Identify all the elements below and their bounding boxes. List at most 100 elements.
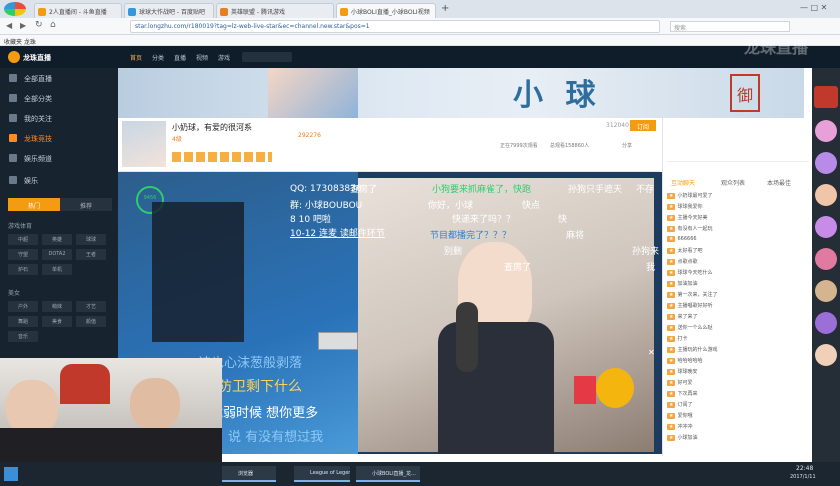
sidebar-item-categories[interactable]: 全部分类 bbox=[0, 88, 118, 108]
refresh-icon[interactable]: ↻ bbox=[35, 20, 43, 30]
site-logo[interactable]: 龙珠直播 bbox=[23, 53, 51, 63]
back-icon[interactable]: ◀ bbox=[6, 21, 12, 30]
share-button[interactable]: 分享 bbox=[622, 142, 632, 149]
home-icon[interactable]: ⌂ bbox=[50, 20, 56, 30]
avatar[interactable] bbox=[815, 312, 837, 334]
bookmark-bar[interactable]: 收藏夹 龙珠 bbox=[0, 35, 840, 46]
game-button[interactable]: 炉石 bbox=[8, 264, 38, 275]
user-badge-icon: ★ bbox=[667, 236, 676, 242]
chat-tab-viewers[interactable]: 观众列表 bbox=[721, 178, 745, 187]
guest-face bbox=[130, 378, 180, 430]
user-badge-icon: ★ bbox=[667, 248, 676, 254]
chat-message-text: 球球晚安 bbox=[677, 369, 698, 375]
category-button[interactable]: 才艺 bbox=[76, 301, 106, 312]
browser-logo-icon[interactable] bbox=[4, 2, 26, 16]
chat-message-text: 小球加油 bbox=[677, 435, 698, 441]
sidebar-item-esports[interactable]: 龙珠竞技 bbox=[0, 128, 118, 148]
tab-recommend[interactable]: 推荐 bbox=[60, 198, 112, 211]
game-button[interactable]: 中超 bbox=[8, 234, 38, 245]
chat-message-text: 哈哈哈哈哈 bbox=[677, 358, 703, 364]
chat-message: ★ 好可爱 bbox=[667, 379, 809, 390]
sidebar-item-fun[interactable]: 娱乐 bbox=[0, 170, 118, 190]
nav-item[interactable]: 视频 bbox=[196, 53, 208, 62]
chat-message: ★ 第一次来，关注了 bbox=[667, 291, 809, 302]
avatar[interactable] bbox=[815, 152, 837, 174]
user-badge-icon: ★ bbox=[667, 336, 676, 342]
category-button[interactable]: 美食 bbox=[42, 316, 72, 327]
browser-tab-bar: 2人直播间 - 斗鱼直播 球球大作战吧 - 百度贴吧 英雄联盟 - 腾讯游戏 小… bbox=[0, 0, 840, 18]
url-field[interactable]: star.longzhu.com/r180019?tag=lz-web-live… bbox=[130, 20, 660, 33]
tab-hot[interactable]: 热门 bbox=[8, 198, 60, 211]
chat-tab-best[interactable]: 本场最佳 bbox=[767, 178, 791, 187]
chat-message-text: 球球我爱你 bbox=[677, 204, 703, 210]
nav-item[interactable]: 直播 bbox=[174, 53, 186, 62]
event-icon[interactable] bbox=[814, 86, 838, 108]
avatar[interactable] bbox=[815, 120, 837, 142]
music-icon bbox=[9, 176, 17, 184]
grid-icon bbox=[9, 94, 17, 102]
clock-time: 22:48 bbox=[796, 465, 814, 472]
start-icon[interactable] bbox=[4, 467, 18, 481]
list-icon bbox=[9, 74, 17, 82]
favicon-icon bbox=[128, 8, 136, 16]
chat-message-text: 点歌点歌 bbox=[677, 259, 698, 265]
game-button[interactable]: 英雄 bbox=[42, 234, 72, 245]
heart-icon bbox=[9, 114, 17, 122]
avatar[interactable] bbox=[815, 184, 837, 206]
close-icon[interactable]: ✕ bbox=[648, 348, 655, 357]
avatar[interactable] bbox=[815, 344, 837, 366]
game-button[interactable]: 球球 bbox=[76, 234, 106, 245]
address-toolbar: ◀ ▶ ↻ ⌂ star.longzhu.com/r180019?tag=lz-… bbox=[0, 18, 840, 35]
browser-tab[interactable]: 英雄联盟 - 腾讯游戏 bbox=[216, 3, 334, 18]
category-button[interactable]: 音乐 bbox=[8, 331, 38, 342]
game-button[interactable]: DOTA2 bbox=[42, 249, 72, 260]
chat-message: ★ 有没有人一起玩 bbox=[667, 225, 809, 236]
subscribe-button[interactable]: 订阅 bbox=[630, 120, 656, 131]
category-button[interactable]: 颜值 bbox=[76, 316, 106, 327]
browser-tab-active[interactable]: 小球BOLI直播_小球BOLI视频 bbox=[336, 3, 436, 18]
category-button[interactable]: 萌妹 bbox=[42, 301, 72, 312]
site-search-input[interactable] bbox=[242, 52, 292, 62]
forward-icon[interactable]: ▶ bbox=[20, 21, 26, 30]
browser-tab[interactable]: 球球大作战吧 - 百度贴吧 bbox=[124, 3, 214, 18]
browser-search-input[interactable]: 搜索 bbox=[670, 21, 790, 32]
user-badge-icon: ★ bbox=[667, 369, 676, 375]
sidebar-item-follow[interactable]: 我的关注 bbox=[0, 108, 118, 128]
nav-item[interactable]: 分类 bbox=[152, 53, 164, 62]
chat-message-text: 冲冲冲 bbox=[677, 424, 693, 430]
taskbar-item[interactable]: 浏览器 bbox=[222, 466, 276, 482]
tv-icon bbox=[9, 154, 17, 162]
danmu-text: 节目都播完了？？？ bbox=[430, 231, 512, 241]
trophy-icon bbox=[9, 134, 17, 142]
window-controls[interactable]: — □ ✕ bbox=[800, 3, 827, 12]
sidebar-item-all-live[interactable]: 全部直播 bbox=[0, 68, 118, 88]
category-button[interactable]: 户外 bbox=[8, 301, 38, 312]
avatar[interactable] bbox=[815, 248, 837, 270]
clock-date: 2017/1/11 bbox=[790, 474, 816, 480]
user-badge-icon: ★ bbox=[667, 347, 676, 353]
promo-badge bbox=[574, 376, 596, 404]
sidebar-item-entertainment[interactable]: 娱乐频道 bbox=[0, 148, 118, 168]
browser-tab[interactable]: 2人直播间 - 斗鱼直播 bbox=[34, 3, 122, 18]
taskbar-item[interactable]: 小球BOLI直播_龙... bbox=[356, 466, 420, 482]
avatar[interactable] bbox=[815, 280, 837, 302]
game-button[interactable]: 王者 bbox=[76, 249, 106, 260]
avatar[interactable] bbox=[122, 121, 166, 167]
game-button[interactable]: 单机 bbox=[42, 264, 72, 275]
user-badge-icon: ★ bbox=[667, 215, 676, 221]
avatar[interactable] bbox=[815, 216, 837, 238]
taskbar-item[interactable]: League of Legends bbox=[294, 466, 350, 482]
category-button[interactable]: 舞蹈 bbox=[8, 316, 38, 327]
popup-window[interactable] bbox=[318, 332, 358, 350]
game-button[interactable]: 守望 bbox=[8, 249, 38, 260]
nav-item[interactable]: 首页 bbox=[130, 53, 142, 62]
chat-message: ★ 主播今天好美 bbox=[667, 214, 809, 225]
danmu-text: 快 bbox=[558, 215, 568, 225]
gaming-chair bbox=[60, 364, 110, 404]
nav-item[interactable]: 游戏 bbox=[218, 53, 230, 62]
new-tab-icon[interactable]: + bbox=[441, 3, 449, 14]
danmu-text: 孙狗只手遮天 bbox=[568, 185, 623, 195]
favicon-icon bbox=[220, 8, 228, 16]
guest-shirts bbox=[0, 428, 222, 462]
chat-tab-interact[interactable]: 互动聊天 bbox=[671, 178, 695, 187]
